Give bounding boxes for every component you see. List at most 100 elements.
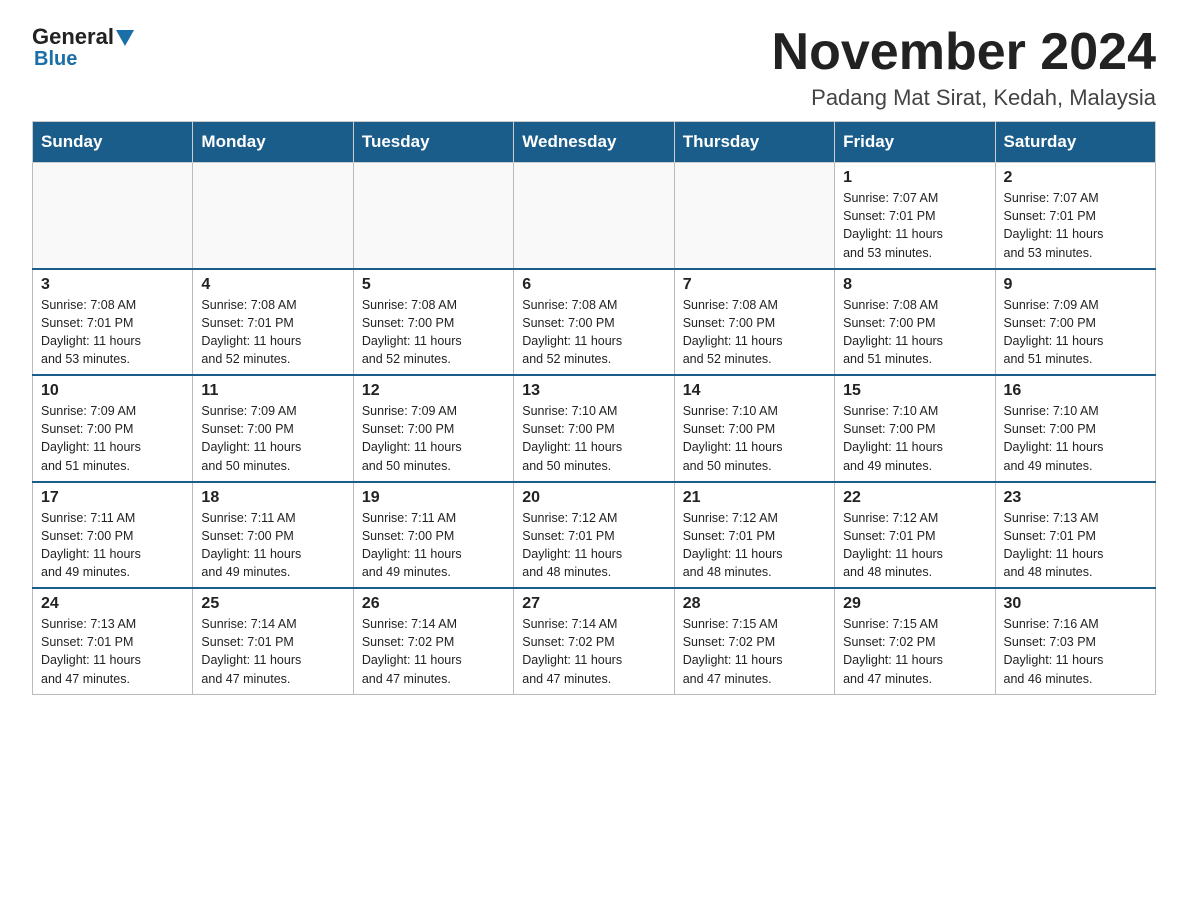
day-number: 14 bbox=[683, 382, 826, 400]
day-number: 5 bbox=[362, 276, 505, 294]
day-info: Sunrise: 7:09 AMSunset: 7:00 PMDaylight:… bbox=[201, 402, 344, 475]
weekday-header-thursday: Thursday bbox=[674, 122, 834, 163]
day-info: Sunrise: 7:07 AMSunset: 7:01 PMDaylight:… bbox=[1004, 189, 1147, 262]
day-number: 20 bbox=[522, 489, 665, 507]
day-number: 8 bbox=[843, 276, 986, 294]
calendar-header-row: SundayMondayTuesdayWednesdayThursdayFrid… bbox=[33, 122, 1156, 163]
day-info: Sunrise: 7:12 AMSunset: 7:01 PMDaylight:… bbox=[683, 509, 826, 582]
calendar-cell: 14 Sunrise: 7:10 AMSunset: 7:00 PMDayligh… bbox=[674, 375, 834, 482]
calendar-cell bbox=[674, 163, 834, 269]
calendar-cell: 2 Sunrise: 7:07 AMSunset: 7:01 PMDaylight… bbox=[995, 163, 1155, 269]
day-number: 9 bbox=[1004, 276, 1147, 294]
day-info: Sunrise: 7:08 AMSunset: 7:01 PMDaylight:… bbox=[201, 296, 344, 369]
day-info: Sunrise: 7:11 AMSunset: 7:00 PMDaylight:… bbox=[362, 509, 505, 582]
weekday-header-friday: Friday bbox=[835, 122, 995, 163]
calendar-cell bbox=[33, 163, 193, 269]
title-block: November 2024 Padang Mat Sirat, Kedah, M… bbox=[772, 24, 1156, 111]
calendar-week-row: 10 Sunrise: 7:09 AMSunset: 7:00 PMDayligh… bbox=[33, 375, 1156, 482]
calendar-week-row: 24 Sunrise: 7:13 AMSunset: 7:01 PMDayligh… bbox=[33, 588, 1156, 694]
calendar-cell: 6 Sunrise: 7:08 AMSunset: 7:00 PMDaylight… bbox=[514, 269, 674, 376]
day-info: Sunrise: 7:10 AMSunset: 7:00 PMDaylight:… bbox=[522, 402, 665, 475]
weekday-header-tuesday: Tuesday bbox=[353, 122, 513, 163]
calendar-cell: 26 Sunrise: 7:14 AMSunset: 7:02 PMDayligh… bbox=[353, 588, 513, 694]
calendar-cell bbox=[514, 163, 674, 269]
logo: General Blue bbox=[32, 24, 134, 71]
day-number: 22 bbox=[843, 489, 986, 507]
day-number: 30 bbox=[1004, 595, 1147, 613]
day-number: 7 bbox=[683, 276, 826, 294]
day-number: 19 bbox=[362, 489, 505, 507]
day-number: 3 bbox=[41, 276, 184, 294]
main-title: November 2024 bbox=[772, 24, 1156, 81]
calendar-cell: 13 Sunrise: 7:10 AMSunset: 7:00 PMDayligh… bbox=[514, 375, 674, 482]
day-number: 10 bbox=[41, 382, 184, 400]
day-info: Sunrise: 7:14 AMSunset: 7:02 PMDaylight:… bbox=[522, 615, 665, 688]
day-info: Sunrise: 7:11 AMSunset: 7:00 PMDaylight:… bbox=[41, 509, 184, 582]
day-number: 17 bbox=[41, 489, 184, 507]
calendar-cell: 10 Sunrise: 7:09 AMSunset: 7:00 PMDayligh… bbox=[33, 375, 193, 482]
calendar-cell: 24 Sunrise: 7:13 AMSunset: 7:01 PMDayligh… bbox=[33, 588, 193, 694]
day-info: Sunrise: 7:14 AMSunset: 7:02 PMDaylight:… bbox=[362, 615, 505, 688]
day-info: Sunrise: 7:10 AMSunset: 7:00 PMDaylight:… bbox=[683, 402, 826, 475]
calendar-cell: 22 Sunrise: 7:12 AMSunset: 7:01 PMDayligh… bbox=[835, 482, 995, 589]
day-number: 23 bbox=[1004, 489, 1147, 507]
day-number: 18 bbox=[201, 489, 344, 507]
day-number: 11 bbox=[201, 382, 344, 400]
day-info: Sunrise: 7:09 AMSunset: 7:00 PMDaylight:… bbox=[1004, 296, 1147, 369]
calendar-week-row: 3 Sunrise: 7:08 AMSunset: 7:01 PMDaylight… bbox=[33, 269, 1156, 376]
calendar-cell bbox=[193, 163, 353, 269]
day-info: Sunrise: 7:11 AMSunset: 7:00 PMDaylight:… bbox=[201, 509, 344, 582]
calendar-cell: 19 Sunrise: 7:11 AMSunset: 7:00 PMDayligh… bbox=[353, 482, 513, 589]
day-info: Sunrise: 7:10 AMSunset: 7:00 PMDaylight:… bbox=[1004, 402, 1147, 475]
day-number: 13 bbox=[522, 382, 665, 400]
day-info: Sunrise: 7:08 AMSunset: 7:00 PMDaylight:… bbox=[843, 296, 986, 369]
weekday-header-saturday: Saturday bbox=[995, 122, 1155, 163]
calendar-cell: 15Sunrise: 7:10 AMSunset: 7:00 PMDayligh… bbox=[835, 375, 995, 482]
day-number: 27 bbox=[522, 595, 665, 613]
day-info: Sunrise: 7:09 AMSunset: 7:00 PMDaylight:… bbox=[41, 402, 184, 475]
day-number: 28 bbox=[683, 595, 826, 613]
calendar-cell: 1 Sunrise: 7:07 AMSunset: 7:01 PMDaylight… bbox=[835, 163, 995, 269]
calendar-cell: 28 Sunrise: 7:15 AMSunset: 7:02 PMDayligh… bbox=[674, 588, 834, 694]
day-info: Sunrise: 7:10 AMSunset: 7:00 PMDaylight:… bbox=[843, 402, 986, 475]
calendar-cell: 30Sunrise: 7:16 AMSunset: 7:03 PMDayligh… bbox=[995, 588, 1155, 694]
weekday-header-sunday: Sunday bbox=[33, 122, 193, 163]
day-number: 4 bbox=[201, 276, 344, 294]
weekday-header-wednesday: Wednesday bbox=[514, 122, 674, 163]
day-info: Sunrise: 7:13 AMSunset: 7:01 PMDaylight:… bbox=[41, 615, 184, 688]
day-info: Sunrise: 7:15 AMSunset: 7:02 PMDaylight:… bbox=[843, 615, 986, 688]
day-info: Sunrise: 7:15 AMSunset: 7:02 PMDaylight:… bbox=[683, 615, 826, 688]
calendar-cell bbox=[353, 163, 513, 269]
page-header: General Blue November 2024 Padang Mat Si… bbox=[32, 24, 1156, 111]
day-info: Sunrise: 7:12 AMSunset: 7:01 PMDaylight:… bbox=[843, 509, 986, 582]
day-number: 26 bbox=[362, 595, 505, 613]
day-number: 21 bbox=[683, 489, 826, 507]
calendar-cell: 18 Sunrise: 7:11 AMSunset: 7:00 PMDayligh… bbox=[193, 482, 353, 589]
day-number: 24 bbox=[41, 595, 184, 613]
calendar-cell: 27 Sunrise: 7:14 AMSunset: 7:02 PMDayligh… bbox=[514, 588, 674, 694]
day-number: 6 bbox=[522, 276, 665, 294]
day-number: 1 bbox=[843, 169, 986, 187]
day-number: 12 bbox=[362, 382, 505, 400]
logo-triangle-icon bbox=[116, 30, 134, 46]
day-info: Sunrise: 7:14 AMSunset: 7:01 PMDaylight:… bbox=[201, 615, 344, 688]
calendar-week-row: 17 Sunrise: 7:11 AMSunset: 7:00 PMDayligh… bbox=[33, 482, 1156, 589]
day-info: Sunrise: 7:08 AMSunset: 7:00 PMDaylight:… bbox=[522, 296, 665, 369]
calendar-cell: 5 Sunrise: 7:08 AMSunset: 7:00 PMDaylight… bbox=[353, 269, 513, 376]
day-info: Sunrise: 7:08 AMSunset: 7:00 PMDaylight:… bbox=[362, 296, 505, 369]
day-info: Sunrise: 7:07 AMSunset: 7:01 PMDaylight:… bbox=[843, 189, 986, 262]
calendar-week-row: 1 Sunrise: 7:07 AMSunset: 7:01 PMDaylight… bbox=[33, 163, 1156, 269]
calendar-cell: 4 Sunrise: 7:08 AMSunset: 7:01 PMDaylight… bbox=[193, 269, 353, 376]
calendar-cell: 7 Sunrise: 7:08 AMSunset: 7:00 PMDaylight… bbox=[674, 269, 834, 376]
calendar-cell: 23 Sunrise: 7:13 AMSunset: 7:01 PMDayligh… bbox=[995, 482, 1155, 589]
day-number: 25 bbox=[201, 595, 344, 613]
day-info: Sunrise: 7:08 AMSunset: 7:00 PMDaylight:… bbox=[683, 296, 826, 369]
day-info: Sunrise: 7:09 AMSunset: 7:00 PMDaylight:… bbox=[362, 402, 505, 475]
calendar-cell: 20 Sunrise: 7:12 AMSunset: 7:01 PMDayligh… bbox=[514, 482, 674, 589]
day-info: Sunrise: 7:13 AMSunset: 7:01 PMDaylight:… bbox=[1004, 509, 1147, 582]
weekday-header-monday: Monday bbox=[193, 122, 353, 163]
calendar-table: SundayMondayTuesdayWednesdayThursdayFrid… bbox=[32, 121, 1156, 695]
day-number: 2 bbox=[1004, 169, 1147, 187]
calendar-cell: 25 Sunrise: 7:14 AMSunset: 7:01 PMDayligh… bbox=[193, 588, 353, 694]
day-info: Sunrise: 7:12 AMSunset: 7:01 PMDaylight:… bbox=[522, 509, 665, 582]
